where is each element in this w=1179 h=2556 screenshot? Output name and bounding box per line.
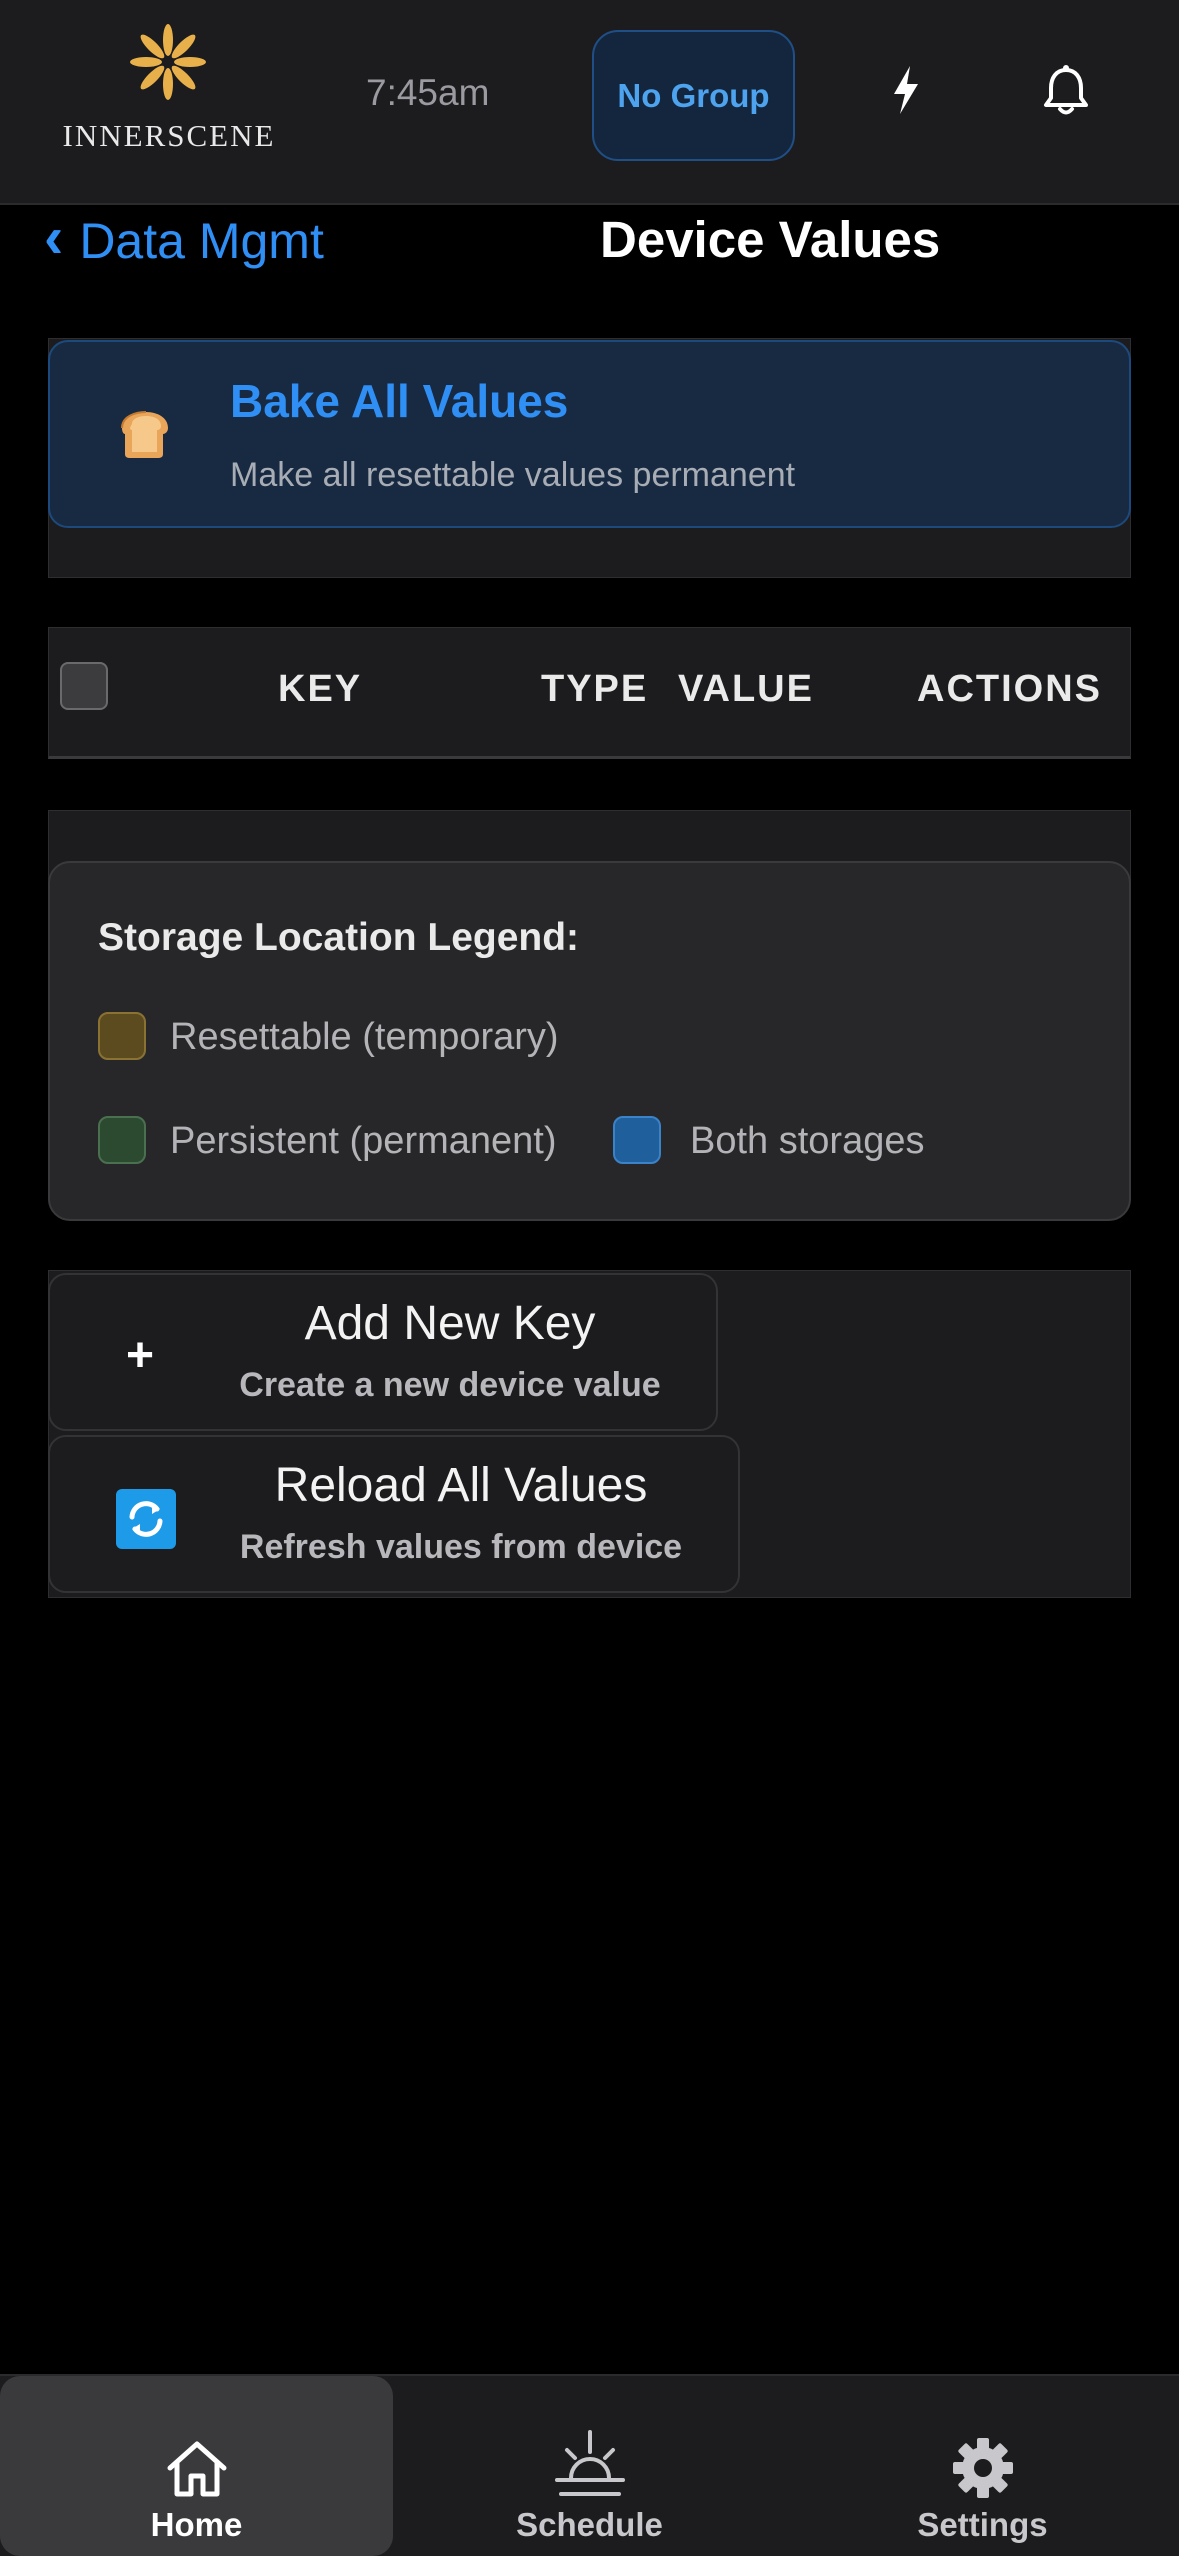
sunrise-icon <box>554 2430 625 2496</box>
legend-label-persistent: Persistent (permanent) <box>170 1120 557 1162</box>
legend-label-resettable: Resettable (temporary) <box>170 1016 559 1058</box>
group-label: No Group <box>617 76 770 114</box>
nav-home[interactable]: Home <box>0 2376 393 2556</box>
reload-title: Reload All Values <box>274 1459 648 1512</box>
group-selector-button[interactable]: No Group <box>592 30 795 161</box>
legend-swatch-resettable <box>98 1012 146 1060</box>
brand-logo-text: INNERSCENE <box>62 118 276 153</box>
nav-settings[interactable]: Settings <box>786 2376 1179 2556</box>
add-key-subtitle: Create a new device value <box>239 1366 661 1404</box>
bolt-icon[interactable] <box>888 64 924 116</box>
nav-schedule-label: Schedule <box>516 2506 663 2543</box>
legend-title: Storage Location Legend: <box>98 916 580 959</box>
column-type[interactable]: TYPE <box>541 668 648 711</box>
legend-label-both: Both storages <box>690 1120 925 1162</box>
chevron-left-icon: ‹ <box>44 205 64 270</box>
plus-icon: + <box>126 1329 155 1382</box>
legend-swatch-persistent <box>98 1116 146 1164</box>
bell-icon[interactable] <box>1040 64 1092 118</box>
refresh-icon <box>116 1489 176 1549</box>
logo-flower-icon <box>130 24 206 100</box>
bread-icon <box>121 411 168 458</box>
home-icon <box>167 2441 226 2497</box>
gear-icon <box>952 2438 1013 2498</box>
nav-home-label: Home <box>150 2506 243 2543</box>
column-actions: ACTIONS <box>917 668 1102 710</box>
column-value[interactable]: VALUE <box>678 668 814 711</box>
bake-subtitle: Make all resettable values permanent <box>230 456 796 494</box>
add-key-title: Add New Key <box>304 1297 596 1350</box>
page-title: Device Values <box>600 211 941 268</box>
select-all-checkbox[interactable] <box>60 662 108 710</box>
bake-all-button[interactable] <box>48 340 1131 528</box>
back-link[interactable]: ‹ Data Mgmt <box>44 205 324 271</box>
nav-settings-label: Settings <box>917 2506 1048 2543</box>
nav-schedule[interactable]: Schedule <box>393 2376 786 2556</box>
column-key[interactable]: KEY <box>278 668 362 711</box>
legend-swatch-both <box>613 1116 661 1164</box>
clock-time: 7:45am <box>366 72 490 113</box>
back-label: Data Mgmt <box>79 212 324 269</box>
reload-subtitle: Refresh values from device <box>239 1528 683 1566</box>
bake-title: Bake All Values <box>230 375 569 427</box>
